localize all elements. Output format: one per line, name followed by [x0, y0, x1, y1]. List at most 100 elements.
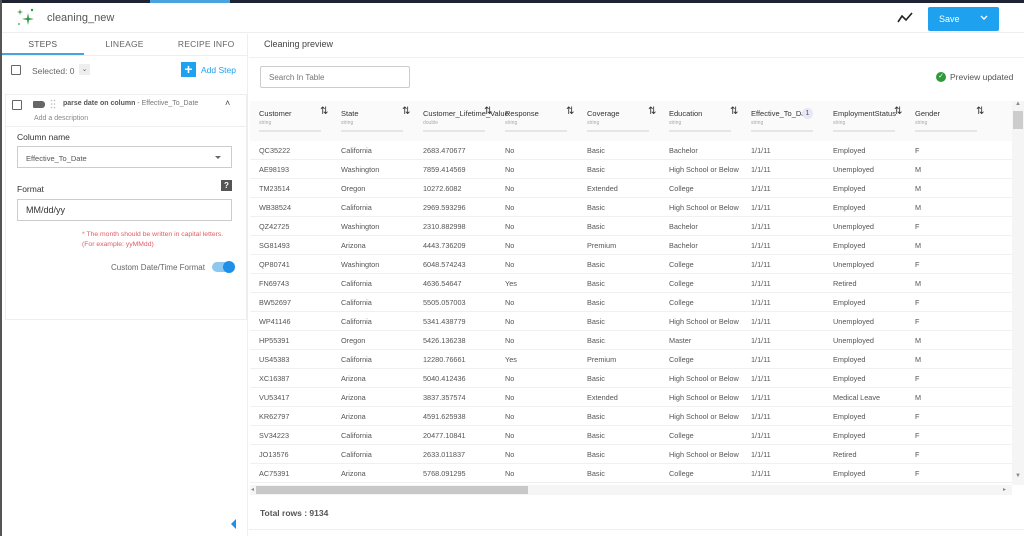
column-header[interactable]: Response string ⇅	[496, 101, 578, 141]
table-row[interactable]: HP55391 Oregon 5426.136238 No Basic Master 1/1…	[250, 331, 1012, 350]
table-cell: College	[669, 279, 694, 288]
sort-icon[interactable]: ⇅	[320, 106, 328, 117]
vertical-scrollbar[interactable]: ▲ ▼	[1012, 101, 1024, 485]
column-header[interactable]: Customer string ⇅	[250, 101, 332, 141]
column-header[interactable]: Education string ⇅	[660, 101, 742, 141]
scroll-left-icon[interactable]: ◂	[251, 486, 254, 493]
table-cell: No	[505, 412, 515, 421]
table-cell: Master	[669, 336, 692, 345]
sort-icon[interactable]: ⇅	[566, 106, 574, 117]
table-row[interactable]: KR62797 Arizona 4591.625938 No Basic High Sch…	[250, 407, 1012, 426]
column-type: string	[259, 120, 272, 126]
table-cell: Yes	[505, 355, 517, 364]
table-row[interactable]: US45383 California 12280.76661 Yes Premium Co…	[250, 350, 1012, 369]
chevron-down-icon[interactable]	[979, 13, 989, 23]
table-cell: Unemployed	[833, 317, 874, 326]
column-name: Customer	[259, 109, 292, 118]
table-cell: WB38524	[259, 203, 292, 212]
sort-icon[interactable]: ⇅	[648, 106, 656, 117]
table-row[interactable]: WP41146 California 5341.438779 No Basic High …	[250, 312, 1012, 331]
selection-dropdown[interactable]: ⌄	[79, 64, 90, 75]
column-header[interactable]: State string ⇅	[332, 101, 414, 141]
column-header[interactable]: Effective_To_Date string 1	[742, 101, 824, 141]
table-row[interactable]: SG81493 Arizona 4443.736209 No Premium Bachel…	[250, 236, 1012, 255]
table-cell: 1/1/11	[751, 279, 771, 288]
step-checkbox[interactable]	[12, 100, 22, 110]
column-header[interactable]: EmploymentStatus string ⇅	[824, 101, 906, 141]
sort-icon[interactable]: ⇅	[976, 106, 984, 117]
sort-icon[interactable]: ⇅	[484, 106, 492, 117]
table-cell: M	[915, 279, 922, 288]
table-cell: 2683.470677	[423, 146, 466, 155]
column-header[interactable]: Gender string ⇅	[906, 101, 988, 141]
custom-format-toggle[interactable]	[212, 261, 235, 273]
column-header[interactable]: Coverage string ⇅	[578, 101, 660, 141]
table-row[interactable]: WB38524 California 2969.593296 No Basic High …	[250, 198, 1012, 217]
table-row[interactable]: AE98193 Washington 7859.414569 No Basic High …	[250, 160, 1012, 179]
table-row[interactable]: AC75391 Arizona 5768.091295 No Basic College 1…	[250, 464, 1012, 483]
table-cell: Arizona	[341, 241, 366, 250]
sort-icon[interactable]: ⇅	[402, 106, 410, 117]
table-cell: Extended	[587, 393, 618, 402]
save-label: Save	[939, 14, 960, 24]
tab-recipe-info[interactable]: RECIPE INFO	[165, 34, 247, 55]
add-step-button[interactable]: + Add Step	[181, 62, 236, 77]
scroll-down-icon[interactable]: ▼	[1015, 473, 1021, 479]
save-button[interactable]: Save	[928, 7, 999, 31]
table-cell: California	[341, 355, 372, 364]
sort-icon[interactable]: ⇅	[730, 106, 738, 117]
table-cell: 7859.414569	[423, 165, 466, 174]
table-row[interactable]: QP80741 Washington 6048.574243 No Basic Colle…	[250, 255, 1012, 274]
table-row[interactable]: XC16387 Arizona 5040.412436 No Basic High Sch…	[250, 369, 1012, 388]
column-name: Gender	[915, 109, 941, 118]
table-cell: Bachelor	[669, 241, 698, 250]
table-cell: No	[505, 393, 515, 402]
scroll-up-icon[interactable]: ▲	[1015, 101, 1021, 107]
horizontal-scroll-thumb[interactable]	[256, 486, 528, 494]
collapse-sidebar-icon[interactable]	[231, 519, 236, 529]
format-input[interactable]	[17, 199, 232, 221]
tab-lineage[interactable]: LINEAGE	[84, 34, 166, 55]
select-all-checkbox[interactable]	[11, 65, 21, 75]
table-row[interactable]: JO13576 California 2633.011837 No Basic High …	[250, 445, 1012, 464]
caret-down-icon	[215, 156, 221, 159]
table-cell: XC16387	[259, 374, 290, 383]
check-circle-icon: ✓	[936, 72, 946, 82]
scroll-right-icon[interactable]: ▸	[1003, 486, 1006, 493]
help-icon[interactable]: ?	[221, 180, 232, 191]
table-row[interactable]: BW52697 California 5505.057003 No Basic Colle…	[250, 293, 1012, 312]
chevron-up-icon[interactable]: ˄	[225, 98, 230, 108]
table-row[interactable]: SV34223 California 20477.10841 No Basic Colle…	[250, 426, 1012, 445]
table-cell: College	[669, 355, 694, 364]
column-header[interactable]: Customer_Lifetime_Value double ⇅	[414, 101, 509, 141]
drag-handle-icon[interactable]	[50, 99, 56, 109]
table-row[interactable]: TM23514 Oregon 10272.6082 No Extended College…	[250, 179, 1012, 198]
line-chart-icon[interactable]	[896, 10, 914, 26]
selected-count: Selected: 0	[32, 66, 75, 76]
table-cell: College	[669, 298, 694, 307]
table-cell: No	[505, 317, 515, 326]
table-cell: High School or Below	[669, 374, 739, 383]
column-name-select[interactable]: Effective_To_Date	[17, 146, 232, 168]
tab-steps[interactable]: STEPS	[2, 34, 84, 55]
table-row[interactable]: VU53417 Arizona 3837.357574 No Extended High …	[250, 388, 1012, 407]
table-cell: Bachelor	[669, 222, 698, 231]
table-cell: SV34223	[259, 431, 290, 440]
horizontal-scrollbar[interactable]: ◂ ▸	[250, 485, 1012, 495]
table-cell: No	[505, 260, 515, 269]
table-cell: 1/1/11	[751, 336, 771, 345]
preview-panel: Cleaning preview ✓ Preview updated Custo…	[249, 34, 1024, 536]
table-row[interactable]: QC35222 California 2683.470677 No Basic Bache…	[250, 141, 1012, 160]
table-cell: 1/1/11	[751, 146, 771, 155]
recipe-title: cleaning_new	[47, 12, 115, 24]
column-quality-bar	[259, 130, 321, 132]
column-quality-bar	[915, 130, 977, 132]
sort-icon[interactable]: ⇅	[894, 106, 902, 117]
table-search-input[interactable]	[260, 66, 410, 88]
column-quality-bar	[587, 130, 649, 132]
table-cell: Premium	[587, 241, 617, 250]
add-description-link[interactable]: Add a description	[34, 115, 88, 122]
vertical-scroll-thumb[interactable]	[1013, 111, 1023, 129]
table-row[interactable]: FN69743 California 4636.54647 Yes Basic Colle…	[250, 274, 1012, 293]
table-row[interactable]: QZ42725 Washington 2310.882998 No Basic Bache…	[250, 217, 1012, 236]
